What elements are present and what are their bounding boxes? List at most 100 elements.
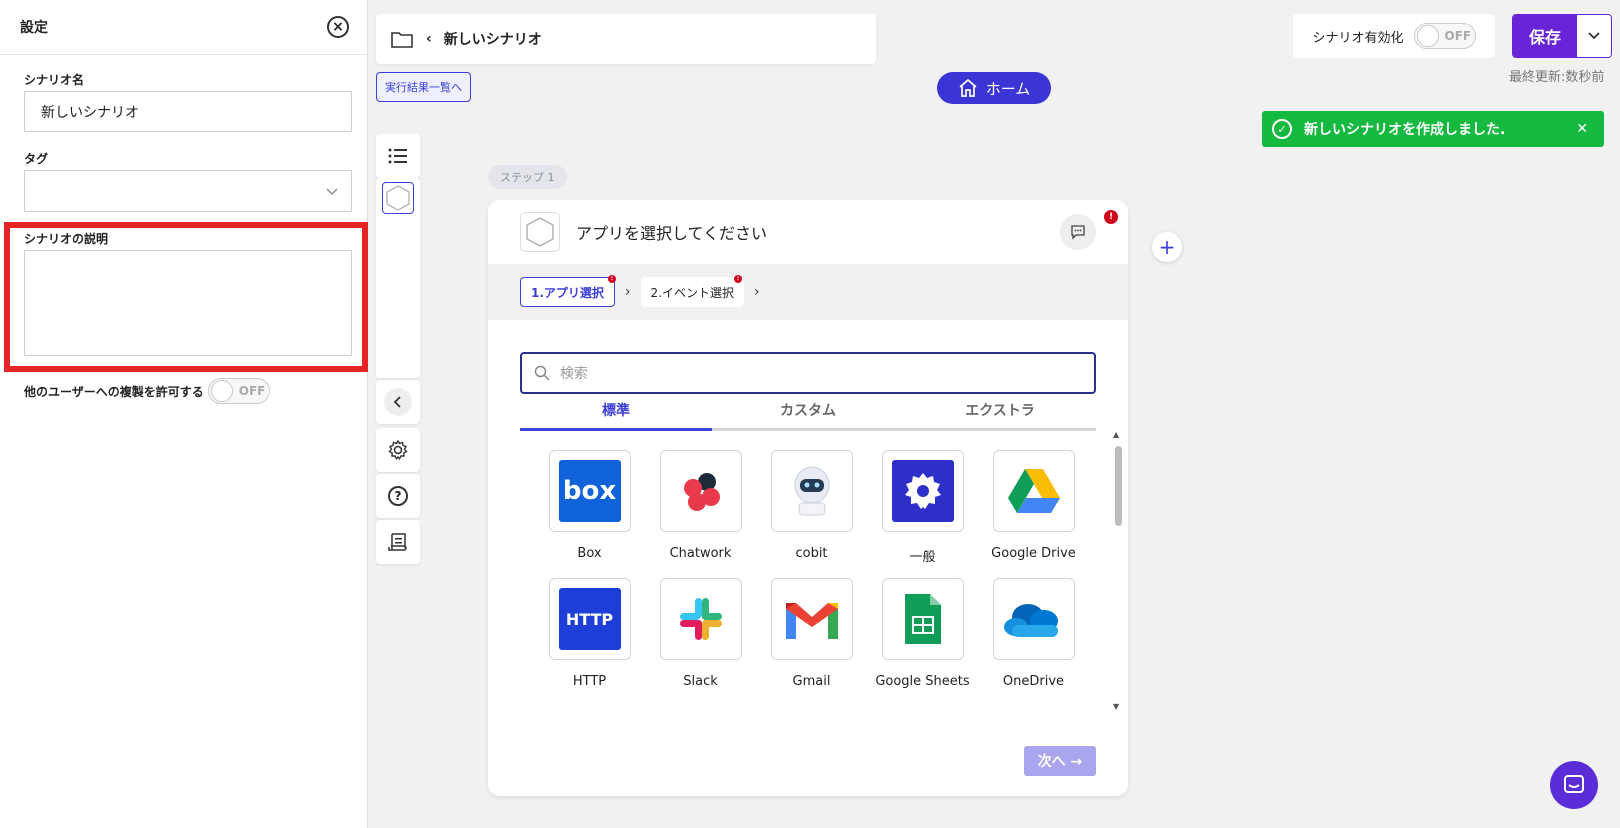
chat-icon <box>1564 775 1584 793</box>
close-icon[interactable]: × <box>327 16 349 38</box>
error-badge: ! <box>733 275 742 283</box>
save-button[interactable]: 保存 <box>1513 15 1577 57</box>
toggle-knob <box>1416 25 1439 47</box>
enable-toggle-label: OFF <box>1444 29 1472 43</box>
app-search-input[interactable]: 検索 <box>520 352 1096 394</box>
app-tile <box>992 450 1075 532</box>
success-toast: ✓ 新しいシナリオを作成しました. ✕ <box>1262 111 1604 147</box>
save-button-group: 保存 <box>1512 14 1612 58</box>
add-step-button[interactable]: + <box>1152 232 1182 262</box>
collapse-panel-button[interactable] <box>376 380 420 424</box>
log-button[interactable] <box>376 520 420 564</box>
error-badge: ! <box>607 275 616 283</box>
step-card: アプリを選択してください ! 1.アプリ選択 ! › 2.イベント選択 ! › … <box>488 200 1128 796</box>
app-slack[interactable]: Slack <box>645 578 756 692</box>
app-http[interactable]: HTTP HTTP <box>534 578 645 692</box>
help-button[interactable]: ? <box>376 474 420 518</box>
app-cobit[interactable]: cobit <box>756 450 867 564</box>
app-onedrive[interactable]: OneDrive <box>978 578 1089 692</box>
slack-logo-icon <box>679 598 722 640</box>
toggle-knob <box>210 380 233 402</box>
app-grid-scrollbar[interactable]: ▲ ▼ <box>1113 430 1123 711</box>
settings-button[interactable] <box>376 428 420 472</box>
box-logo-icon: box <box>558 460 621 522</box>
card-header: アプリを選択してください <box>488 200 1128 264</box>
results-list-button[interactable]: 実行結果一覧へ <box>376 72 471 102</box>
allow-copy-toggle[interactable]: OFF <box>207 378 270 404</box>
app-tile <box>659 578 742 660</box>
home-icon <box>959 79 977 97</box>
tab-extra[interactable]: エクストラ <box>904 396 1096 431</box>
tab-event-select[interactable]: 2.イベント選択 ! <box>640 275 744 307</box>
scroll-down-icon[interactable]: ▼ <box>1113 702 1119 711</box>
chevron-down-icon <box>1588 32 1600 40</box>
settings-header: 設定 × <box>0 0 367 55</box>
google-sheets-logo-icon <box>904 594 941 644</box>
scenario-enable-box: シナリオ有効化 OFF <box>1293 14 1495 58</box>
card-title: アプリを選択してください <box>576 224 768 243</box>
app-name: Box <box>577 546 602 561</box>
back-chevron-icon[interactable]: ‹ <box>426 31 432 47</box>
app-chatwork[interactable]: Chatwork <box>645 450 756 564</box>
folder-icon[interactable] <box>390 29 414 49</box>
allow-copy-toggle-label: OFF <box>238 384 266 398</box>
comment-button[interactable] <box>1060 214 1096 250</box>
enable-toggle[interactable]: OFF <box>1413 23 1476 49</box>
home-button[interactable]: ホーム <box>937 72 1051 104</box>
tab-custom[interactable]: カスタム <box>712 396 904 431</box>
app-grid: box Box Chatwork cobit 一般 Google Drive H… <box>520 450 1096 716</box>
cobit-robot-icon <box>794 466 829 516</box>
app-placeholder-icon <box>520 212 560 252</box>
hexagon-icon <box>386 185 410 211</box>
scenario-title: 新しいシナリオ <box>443 32 542 48</box>
gear-icon <box>388 439 408 461</box>
gear-logo-icon <box>891 460 954 522</box>
app-name: Chatwork <box>669 546 732 561</box>
tab-standard[interactable]: 標準 <box>520 396 712 431</box>
tag-select[interactable] <box>24 170 352 212</box>
last-updated-text: 最終更新:数秒前 <box>1509 70 1605 85</box>
app-name: Slack <box>683 674 718 689</box>
app-google-sheets[interactable]: Google Sheets <box>867 578 978 692</box>
scroll-icon <box>388 533 407 551</box>
scroll-thumb[interactable] <box>1115 446 1122 526</box>
http-logo-icon: HTTP <box>558 588 621 650</box>
support-chat-button[interactable] <box>1550 761 1598 809</box>
tab-app-select-label: 1.アプリ選択 <box>531 285 604 300</box>
scroll-up-icon[interactable]: ▲ <box>1113 430 1119 439</box>
app-box[interactable]: box Box <box>534 450 645 564</box>
tab-app-select[interactable]: 1.アプリ選択 ! <box>520 275 616 307</box>
app-google-drive[interactable]: Google Drive <box>978 450 1089 564</box>
tab-event-select-label: 2.イベント選択 <box>650 285 734 300</box>
search-placeholder: 検索 <box>560 366 588 382</box>
chatwork-logo-icon <box>683 473 720 511</box>
highlight-frame <box>4 222 368 372</box>
app-tile: HTTP <box>548 578 631 660</box>
list-icon <box>388 148 407 164</box>
settings-title: 設定 <box>20 20 48 36</box>
app-name: cobit <box>795 546 828 561</box>
step-thumbnail[interactable] <box>382 182 414 214</box>
app-tile <box>770 450 853 532</box>
comment-icon <box>1071 225 1085 240</box>
close-icon[interactable]: ✕ <box>1576 121 1588 137</box>
allow-copy-label: 他のユーザーへの複製を許可する <box>24 384 204 399</box>
settings-panel: 設定 × シナリオ名 新しいシナリオ タグ シナリオの説明 他のユーザーへの複製… <box>0 0 368 828</box>
home-button-label: ホーム <box>985 79 1031 98</box>
app-category-tabs: 標準 カスタム エクストラ <box>520 396 1096 431</box>
step-tabs: 1.アプリ選択 ! › 2.イベント選択 ! › <box>488 264 1128 320</box>
app-tile <box>881 578 964 660</box>
save-options-button[interactable] <box>1577 15 1611 57</box>
app-general[interactable]: 一般 <box>867 450 978 565</box>
search-icon <box>534 365 550 381</box>
list-view-button[interactable] <box>376 134 420 178</box>
app-tile <box>992 578 1075 660</box>
next-button[interactable]: 次へ → <box>1024 746 1096 776</box>
app-name: OneDrive <box>1002 674 1065 689</box>
gmail-logo-icon <box>785 603 838 639</box>
check-circle-icon: ✓ <box>1272 119 1292 139</box>
app-name: Gmail <box>792 674 831 689</box>
app-gmail[interactable]: Gmail <box>756 578 867 692</box>
scenario-name-input[interactable]: 新しいシナリオ <box>24 91 352 132</box>
chevron-down-icon <box>326 188 338 196</box>
